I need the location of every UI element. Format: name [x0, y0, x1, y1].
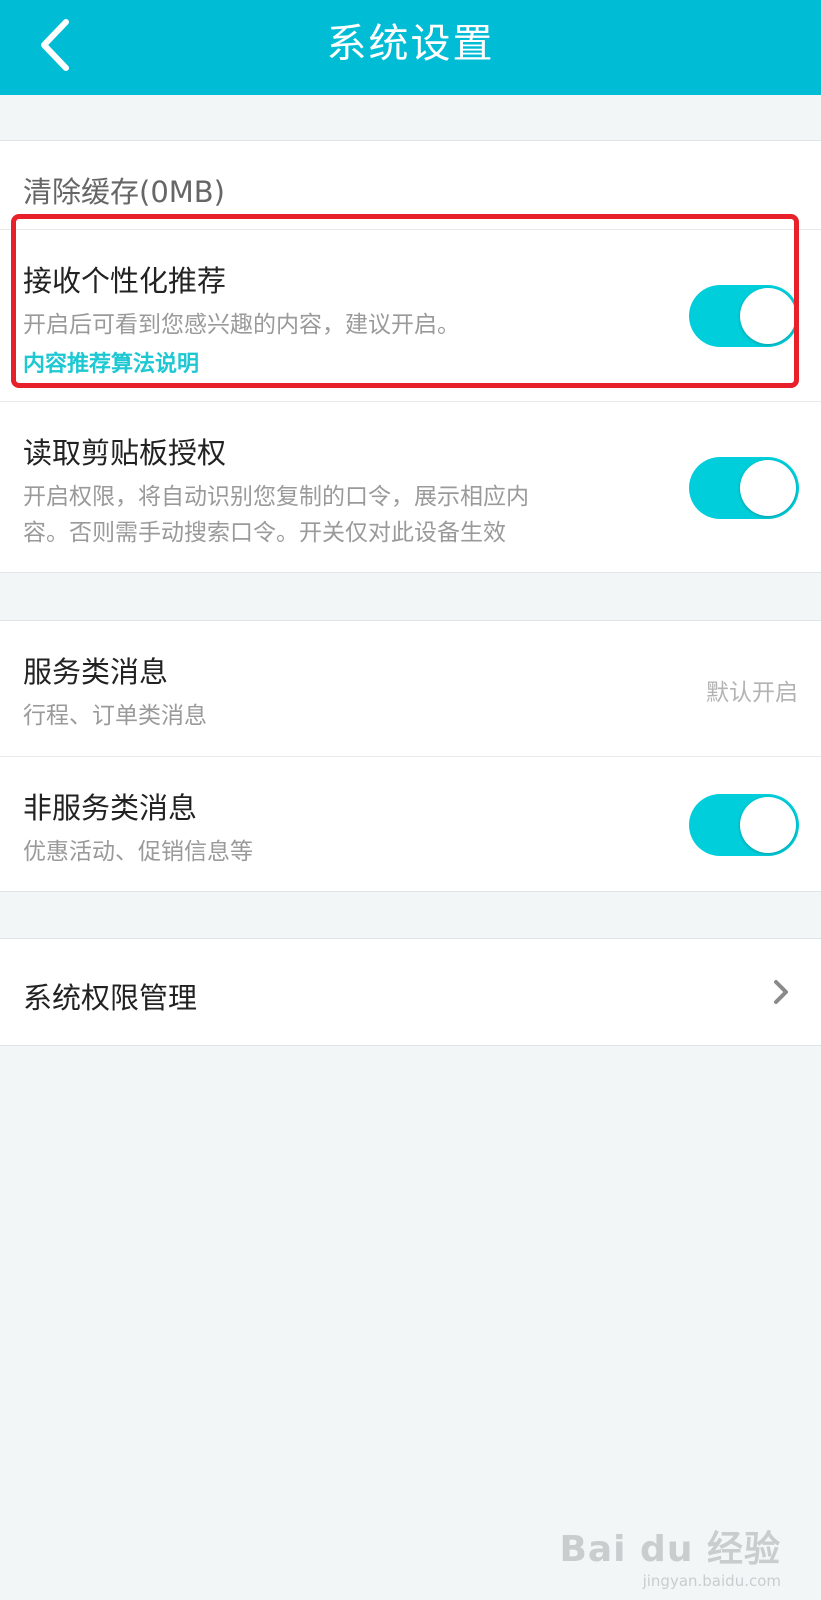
non-service-messages-title: 非服务类消息 — [23, 791, 198, 825]
clipboard-permission-row: 读取剪贴板授权 开启权限，将自动识别您复制的口令，展示相应内 容。否则需手动搜索… — [0, 401, 821, 572]
system-permissions-row[interactable]: 系统权限管理 — [0, 939, 821, 1045]
personalized-recommendation-toggle[interactable] — [689, 285, 799, 347]
algorithm-explanation-link[interactable]: 内容推荐算法说明 — [23, 346, 199, 378]
watermark-url-text: jingyan.baidu.com — [642, 1572, 781, 1590]
watermark-main-text: Bai du 经验 — [559, 1529, 781, 1570]
toggle-knob — [740, 288, 796, 344]
personalized-recommendation-row: 接收个性化推荐 开启后可看到您感兴趣的内容，建议开启。 内容推荐算法说明 — [0, 229, 821, 401]
chevron-right-icon — [774, 980, 788, 1004]
settings-group-general: 清除缓存(0MB) 接收个性化推荐 开启后可看到您感兴趣的内容，建议开启。 内容… — [0, 140, 821, 573]
settings-group-messages: 服务类消息 行程、订单类消息 默认开启 非服务类消息 优惠活动、促销信息等 — [0, 620, 821, 892]
non-service-messages-toggle[interactable] — [689, 794, 799, 856]
service-messages-row: 服务类消息 行程、订单类消息 默认开启 — [0, 621, 821, 756]
clipboard-permission-description-line1: 开启权限，将自动识别您复制的口令，展示相应内 — [23, 484, 529, 510]
service-messages-title: 服务类消息 — [23, 655, 169, 689]
personalized-recommendation-description: 开启后可看到您感兴趣的内容，建议开启。 — [23, 312, 460, 338]
page-title: 系统设置 — [326, 21, 495, 67]
personalized-recommendation-title: 接收个性化推荐 — [23, 264, 227, 298]
toggle-knob — [740, 797, 796, 853]
clipboard-permission-toggle[interactable] — [689, 457, 799, 519]
clear-cache-row[interactable]: 清除缓存(0MB) — [0, 141, 821, 229]
service-messages-status: 默认开启 — [706, 680, 798, 706]
service-messages-description: 行程、订单类消息 — [23, 703, 207, 729]
clear-cache-label: 清除缓存(0MB) — [23, 175, 225, 209]
non-service-messages-description: 优惠活动、促销信息等 — [23, 839, 253, 865]
settings-group-permissions: 系统权限管理 — [0, 938, 821, 1046]
top-nav-bar: 系统设置 — [0, 0, 821, 95]
system-permissions-title: 系统权限管理 — [23, 981, 198, 1015]
clipboard-permission-title: 读取剪贴板授权 — [23, 436, 227, 470]
settings-page: 系统设置 清除缓存(0MB) 接收个性化推荐 开启后可看到您感兴趣的内容，建议开… — [0, 0, 821, 1600]
non-service-messages-row: 非服务类消息 优惠活动、促销信息等 — [0, 756, 821, 891]
clipboard-permission-description-line2: 容。否则需手动搜索口令。开关仅对此设备生效 — [23, 520, 506, 546]
toggle-knob — [740, 460, 796, 516]
baidu-jingyan-watermark: Bai du 经验 jingyan.baidu.com — [559, 1520, 781, 1590]
